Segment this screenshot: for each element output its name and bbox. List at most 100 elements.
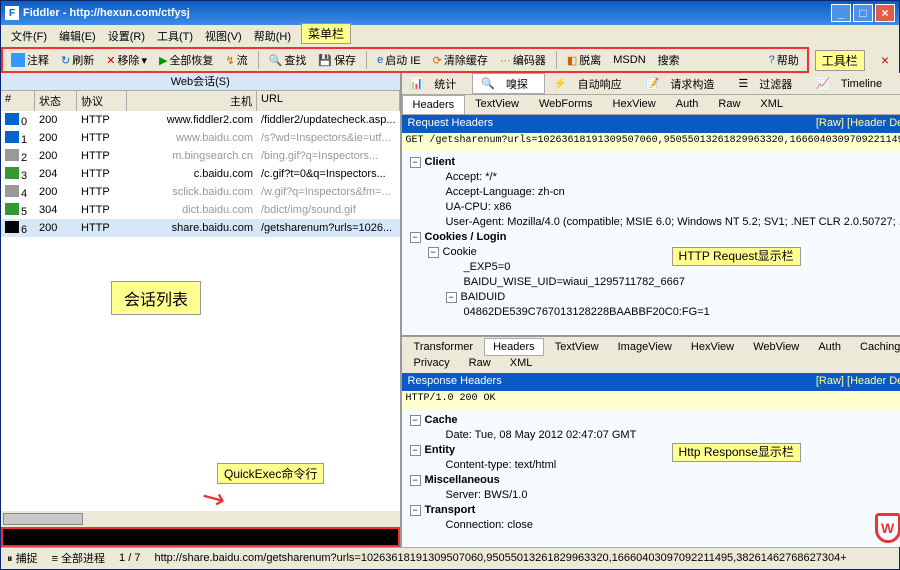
tab-resp-xml[interactable]: XML [502, 355, 541, 371]
encoder-button[interactable]: ⋯编码器 [496, 51, 550, 69]
collapse-icon[interactable]: − [410, 415, 421, 426]
tab-timeline[interactable]: 📈Timeline [808, 73, 898, 94]
menu-edit[interactable]: 编辑(E) [53, 26, 102, 46]
collapse-icon[interactable]: − [410, 232, 421, 243]
msdn-button[interactable]: MSDN [609, 53, 649, 67]
window-title: Fiddler - http://hexun.com/ctfysj [23, 7, 190, 19]
annotation-toolbar: 工具栏 [815, 50, 865, 71]
sessions-header: Web会话(S) [1, 73, 400, 91]
col-url[interactable]: URL [257, 91, 400, 111]
tab-composer[interactable]: 📝请求构造 [638, 73, 731, 94]
tab-resp-headers[interactable]: Headers [484, 338, 544, 356]
tab-resp-caching[interactable]: Caching [852, 339, 900, 355]
menu-rules[interactable]: 设置(R) [102, 26, 151, 46]
table-row[interactable]: 0200HTTPwww.fiddler2.com/fiddler2/update… [1, 111, 400, 129]
tab-inspectors[interactable]: 🔍嗅探 [472, 73, 545, 94]
annotation-response: Http Response显示栏 [672, 443, 801, 462]
toolbar-close-button[interactable]: × [871, 52, 899, 68]
search-input[interactable]: 搜索 [654, 51, 684, 69]
menu-help[interactable]: 帮助(H) [248, 26, 297, 46]
tab-req-auth[interactable]: Auth [666, 95, 709, 114]
replay-button[interactable]: ▶全部恢复 [155, 51, 217, 69]
help-button[interactable]: ?帮助 [765, 51, 803, 69]
tab-resp-privacy[interactable]: Privacy [406, 355, 458, 371]
request-tree[interactable]: −Client Accept: */* Accept-Language: zh-… [402, 151, 900, 335]
tab-req-headers[interactable]: Headers [402, 95, 466, 114]
stream-button[interactable]: ↯流 [221, 51, 251, 69]
tab-filters[interactable]: ☰过滤器 [730, 73, 808, 94]
tab-resp-hexview[interactable]: HexView [683, 339, 742, 355]
collapse-icon[interactable]: − [446, 292, 457, 303]
titlebar: F Fiddler - http://hexun.com/ctfysj _ □ … [1, 1, 899, 25]
find-button[interactable]: 🔍查找 [265, 51, 311, 69]
table-row[interactable]: 3204HTTPc.baidu.com/c.gif?t=0&q=Inspecto… [1, 165, 400, 183]
status-process[interactable]: ≡ 全部进程 [52, 550, 105, 566]
inspector-main-tabs: 📊统计 🔍嗅探 ⚡自动响应 📝请求构造 ☰过滤器 📈Timeline [402, 73, 900, 95]
remove-button[interactable]: ✕移除▾ [102, 51, 151, 69]
minimize-button[interactable]: _ [831, 4, 851, 22]
tab-resp-textview[interactable]: TextView [547, 339, 607, 355]
response-tree[interactable]: −Cache Date: Tue, 08 May 2012 02:47:07 G… [402, 409, 900, 547]
inspectors-panel: 📊统计 🔍嗅探 ⚡自动响应 📝请求构造 ☰过滤器 📈Timeline Heade… [402, 73, 900, 547]
collapse-icon[interactable]: − [410, 157, 421, 168]
request-line: GET /getsharenum?urls=102636181913095070… [402, 133, 900, 151]
sessions-list[interactable]: 0200HTTPwww.fiddler2.com/fiddler2/update… [1, 111, 400, 511]
tab-resp-transformer[interactable]: Transformer [406, 339, 482, 355]
maximize-button[interactable]: □ [853, 4, 873, 22]
tab-req-textview[interactable]: TextView [465, 95, 529, 114]
table-row[interactable]: 4200HTTPsclick.baidu.com/w.gif?q=Inspect… [1, 183, 400, 201]
launchie-button[interactable]: e启动 IE [373, 51, 425, 69]
quickexec-input[interactable] [1, 527, 400, 547]
collapse-icon[interactable]: − [410, 445, 421, 456]
menu-tools[interactable]: 工具(T) [151, 26, 199, 46]
annotation-menubar: 菜单栏 [301, 23, 351, 44]
clearcache-button[interactable]: ⟳清除缓存 [429, 51, 492, 69]
col-protocol[interactable]: 协议 [77, 91, 127, 111]
tab-stats[interactable]: 📊统计 [402, 73, 473, 94]
table-row[interactable]: 6200HTTPshare.baidu.com/getsharenum?urls… [1, 219, 400, 237]
tab-resp-auth[interactable]: Auth [810, 339, 849, 355]
status-capture[interactable]: ⏸ 捕捉 [7, 550, 38, 566]
tab-req-raw[interactable]: Raw [708, 95, 750, 114]
annotation-sessions: 会话列表 [111, 281, 201, 315]
tab-autoresponder[interactable]: ⚡自动响应 [545, 73, 638, 94]
col-num[interactable]: # [1, 91, 35, 111]
comment-icon [11, 53, 25, 67]
status-url: http://share.baidu.com/getsharenum?urls=… [154, 552, 846, 564]
table-row[interactable]: 1200HTTPwww.baidu.com/s?wd=Inspectors&ie… [1, 129, 400, 147]
request-headers-bar: Request Headers[Raw] [Header Definitions… [402, 115, 900, 133]
refresh-button[interactable]: ↻刷新 [57, 51, 98, 69]
table-row[interactable]: 5304HTTPdict.baidu.com/bdict/img/sound.g… [1, 201, 400, 219]
collapse-icon[interactable]: − [410, 505, 421, 516]
close-button[interactable]: × [875, 4, 895, 22]
table-row[interactable]: 2200HTTPm.bingsearch.cn/bing.gif?q=Inspe… [1, 147, 400, 165]
menubar: 文件(F) 编辑(E) 设置(R) 工具(T) 视图(V) 帮助(H) 菜单栏 [1, 25, 899, 47]
col-status[interactable]: 状态 [35, 91, 77, 111]
tab-resp-imageview[interactable]: ImageView [610, 339, 680, 355]
comment-button[interactable]: 注释 [7, 51, 53, 69]
watermark-logo: W护卫神 [875, 513, 900, 543]
tab-req-hexview[interactable]: HexView [603, 95, 666, 114]
collapse-icon[interactable]: − [410, 475, 421, 486]
status-count: 1 / 7 [119, 552, 140, 564]
tab-resp-raw[interactable]: Raw [461, 355, 499, 371]
response-headers-bar: Response Headers[Raw] [Header Definition… [402, 373, 900, 391]
sessions-panel: Web会话(S) # 状态 协议 主机 URL 0200HTTPwww.fidd… [1, 73, 402, 547]
col-host[interactable]: 主机 [127, 91, 257, 111]
tab-req-xml[interactable]: XML [750, 95, 793, 114]
req-header-links[interactable]: [Raw] [Header Definitions] [816, 117, 900, 131]
column-headers: # 状态 协议 主机 URL [1, 91, 400, 111]
h-scrollbar[interactable] [1, 511, 400, 527]
tearoff-button[interactable]: ◧脱离 [563, 51, 605, 69]
collapse-icon[interactable]: − [428, 247, 439, 258]
shield-icon: W [875, 513, 900, 543]
toolbar: 注释 ↻刷新 ✕移除▾ ▶全部恢复 ↯流 🔍查找 💾保存 e启动 IE ⟳清除缓… [1, 47, 809, 73]
menu-view[interactable]: 视图(V) [199, 26, 248, 46]
tab-req-webforms[interactable]: WebForms [529, 95, 603, 114]
save-button[interactable]: 💾保存 [314, 51, 360, 69]
menu-file[interactable]: 文件(F) [5, 26, 53, 46]
resp-header-links[interactable]: [Raw] [Header Definitions] [816, 375, 900, 389]
response-tabs: Transformer Headers TextView ImageView H… [402, 337, 900, 373]
tab-resp-webview[interactable]: WebView [745, 339, 807, 355]
app-icon: F [5, 6, 19, 20]
